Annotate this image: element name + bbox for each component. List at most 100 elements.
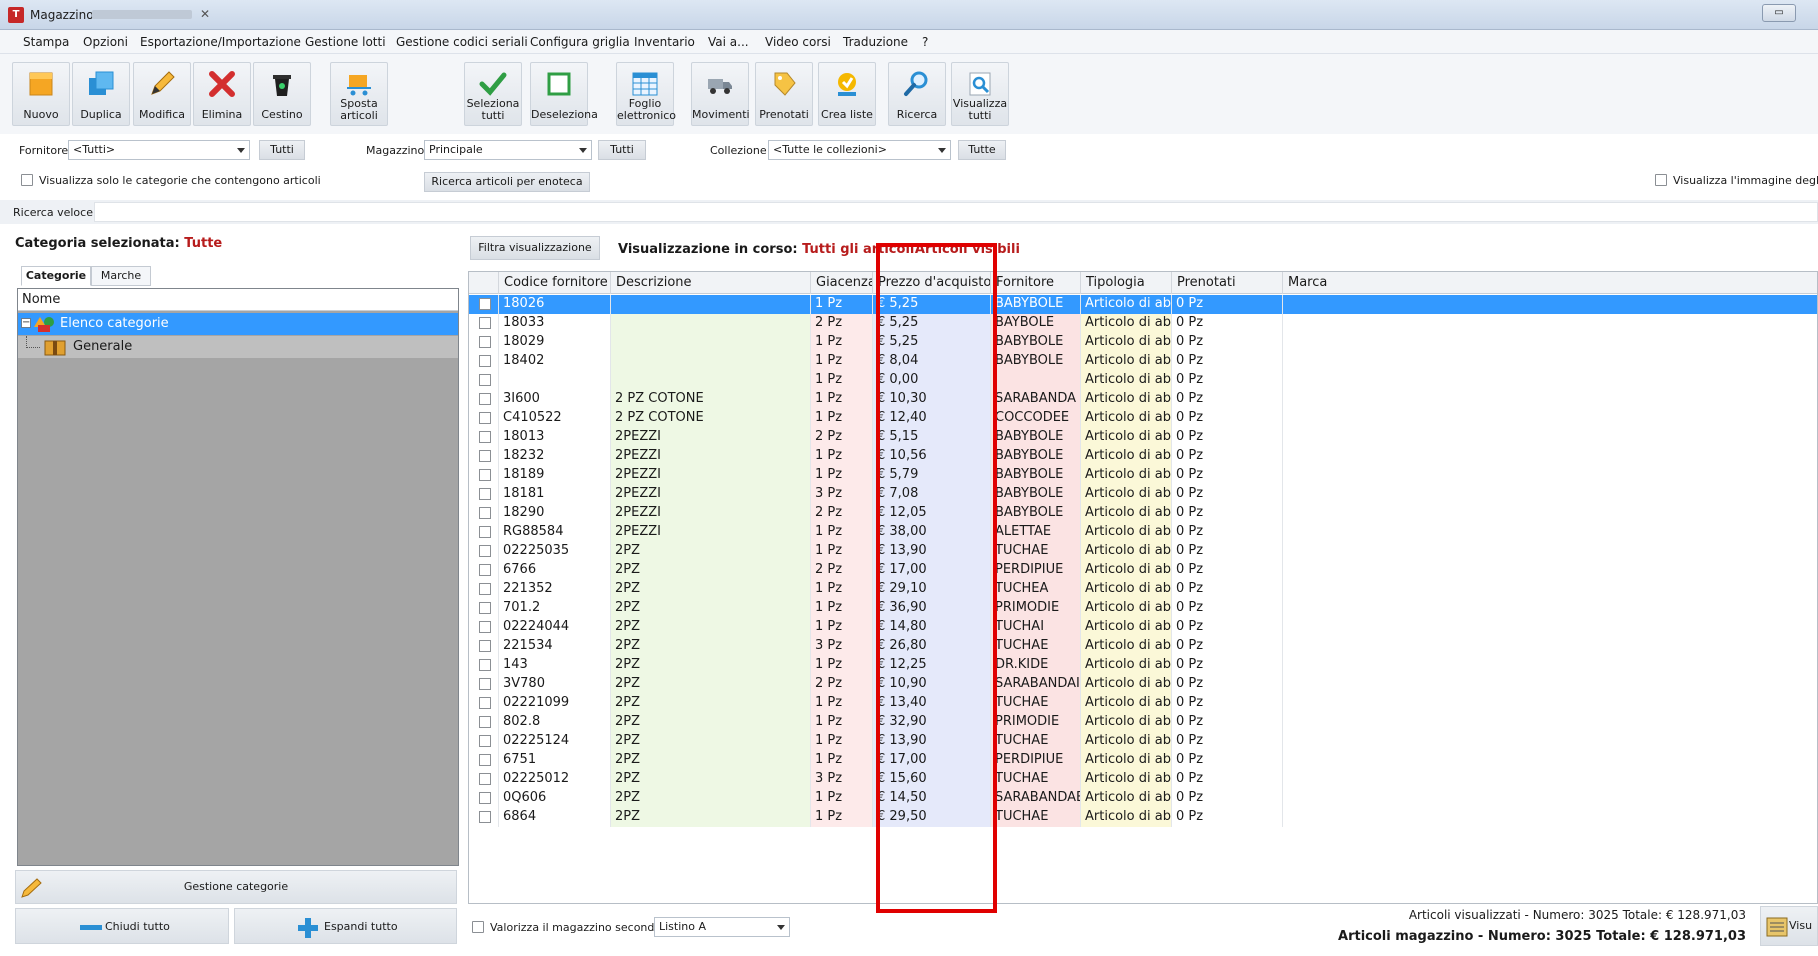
- header-codice-fornitore[interactable]: Codice fornitore: [499, 272, 611, 294]
- table-row[interactable]: 3I600 2 PZ COTONE 1 Pz € 10,30 SARABANDA Arti…: [469, 390, 1817, 409]
- table-row[interactable]: 18026 1 Pz € 5,25 BABYBOLE Articolo di abb 0 …: [469, 295, 1817, 314]
- visualizza-tutti-button[interactable]: Visualizza tutti: [951, 62, 1009, 126]
- elimina-button[interactable]: Elimina: [193, 62, 251, 126]
- table-row[interactable]: 6864 2PZ 1 Pz € 29,50 TUCHAE Articolo di abb 0…: [469, 808, 1817, 827]
- table-row[interactable]: 02225124 2PZ 1 Pz € 13,90 TUCHAE Articolo di …: [469, 732, 1817, 751]
- table-row[interactable]: 02224044 2PZ 1 Pz € 14,80 TUCHAI Articolo di …: [469, 618, 1817, 637]
- movimenti-button[interactable]: Movimenti: [691, 62, 750, 126]
- menu-configura-griglia[interactable]: Configura griglia: [530, 35, 630, 49]
- row-checkbox[interactable]: [479, 697, 491, 709]
- row-checkbox[interactable]: [479, 659, 491, 671]
- table-row[interactable]: 18189 2PEZZI 1 Pz € 5,79 BABYBOLE Articolo di…: [469, 466, 1817, 485]
- table-row[interactable]: 6751 2PZ 1 Pz € 17,00 PERDIPIUE Articolo di a…: [469, 751, 1817, 770]
- table-row[interactable]: 18033 2 Pz € 5,25 BAYBOLE Articolo di abb 0 P…: [469, 314, 1817, 333]
- valorizza-checkbox[interactable]: [472, 921, 484, 933]
- table-row[interactable]: 221534 2PZ 3 Pz € 26,80 TUCHAE Articolo di ab…: [469, 637, 1817, 656]
- only-categories-checkbox[interactable]: [21, 174, 33, 186]
- quick-search-input[interactable]: [94, 202, 1818, 222]
- show-image-checkbox[interactable]: [1655, 174, 1667, 186]
- header-descrizione[interactable]: Descrizione: [611, 272, 811, 294]
- visualizza-button[interactable]: Visu: [1760, 906, 1818, 946]
- row-checkbox[interactable]: [479, 640, 491, 652]
- row-checkbox[interactable]: [479, 564, 491, 576]
- header-prezzo-acquisto[interactable]: Prezzo d'acquisto: [873, 272, 991, 294]
- row-checkbox[interactable]: [479, 298, 491, 310]
- table-row[interactable]: 3V780 2PZ 2 Pz € 10,90 SARABANDAI Articolo di…: [469, 675, 1817, 694]
- row-checkbox[interactable]: [479, 678, 491, 690]
- row-checkbox[interactable]: [479, 469, 491, 481]
- modifica-button[interactable]: Modifica: [133, 62, 191, 126]
- magazzino-tutti-button[interactable]: Tutti: [598, 140, 646, 160]
- tab-close-icon[interactable]: ✕: [200, 7, 210, 21]
- row-checkbox[interactable]: [479, 602, 491, 614]
- row-checkbox[interactable]: [479, 621, 491, 633]
- header-tipologia[interactable]: Tipologia: [1081, 272, 1172, 294]
- table-row[interactable]: 0Q606 2PZ 1 Pz € 14,50 SARABANDAE Articolo di…: [469, 789, 1817, 808]
- collapse-toggle-icon[interactable]: −: [21, 318, 31, 328]
- tab-categorie[interactable]: Categorie: [21, 266, 91, 286]
- seleziona-tutti-button[interactable]: Seleziona tutti: [464, 62, 522, 126]
- row-checkbox[interactable]: [479, 431, 491, 443]
- gestione-categorie-button[interactable]: Gestione categorie: [15, 870, 457, 904]
- table-row[interactable]: 02221099 2PZ 1 Pz € 13,40 TUCHAE Articolo di …: [469, 694, 1817, 713]
- row-checkbox[interactable]: [479, 545, 491, 557]
- menu-video-corsi[interactable]: Video corsi: [765, 35, 831, 49]
- crea-liste-button[interactable]: Crea liste: [818, 62, 876, 126]
- table-row[interactable]: 143 2PZ 1 Pz € 12,25 DR.KIDE Articolo di abb 0…: [469, 656, 1817, 675]
- foglio-elettronico-button[interactable]: Foglio elettronico: [616, 62, 676, 126]
- row-checkbox[interactable]: [479, 735, 491, 747]
- row-checkbox[interactable]: [479, 317, 491, 329]
- collezione-select[interactable]: <Tutte le collezioni>: [768, 140, 951, 160]
- table-row[interactable]: 18013 2PEZZI 2 Pz € 5,15 BABYBOLE Articolo di…: [469, 428, 1817, 447]
- tree-item-elenco-categorie[interactable]: − Elenco categorie: [18, 313, 458, 335]
- table-row[interactable]: 221352 2PZ 1 Pz € 29,10 TUCHEA Articolo di ab…: [469, 580, 1817, 599]
- row-checkbox[interactable]: [479, 507, 491, 519]
- table-row[interactable]: RG88584 2PEZZI 1 Pz € 38,00 ALETTAE Articolo …: [469, 523, 1817, 542]
- table-row[interactable]: 802.8 2PZ 1 Pz € 32,90 PRIMODIE Articolo di a…: [469, 713, 1817, 732]
- prenotati-button[interactable]: Prenotati: [755, 62, 813, 126]
- table-row[interactable]: 02225012 2PZ 3 Pz € 15,60 TUCHAE Articolo di …: [469, 770, 1817, 789]
- row-checkbox[interactable]: [479, 355, 491, 367]
- row-checkbox[interactable]: [479, 526, 491, 538]
- fornitore-select[interactable]: <Tutti>: [68, 140, 250, 160]
- table-row[interactable]: 02225035 2PZ 1 Pz € 13,90 TUCHAE Articolo di …: [469, 542, 1817, 561]
- table-row[interactable]: 18181 2PEZZI 3 Pz € 7,08 BABYBOLE Articolo di…: [469, 485, 1817, 504]
- fornitore-tutti-button[interactable]: Tutti: [259, 140, 305, 160]
- listino-select[interactable]: Listino A: [654, 917, 790, 937]
- menu-vai-a[interactable]: Vai a...: [708, 35, 749, 49]
- row-checkbox[interactable]: [479, 716, 491, 728]
- header-prenotati[interactable]: Prenotati: [1172, 272, 1283, 294]
- tree-item-generale[interactable]: Generale: [18, 336, 458, 358]
- header-marca[interactable]: Marca: [1283, 272, 1817, 294]
- table-row[interactable]: 1 Pz € 0,00 Articolo di abb 0 Pz: [469, 371, 1817, 390]
- filtra-visualizzazione-button[interactable]: Filtra visualizzazione: [470, 236, 600, 260]
- enoteca-search-button[interactable]: Ricerca articoli per enoteca: [424, 172, 590, 192]
- row-checkbox[interactable]: [479, 773, 491, 785]
- deseleziona-button[interactable]: Deseleziona: [530, 62, 598, 126]
- table-row[interactable]: 18029 1 Pz € 5,25 BABYBOLE Articolo di abb 0 …: [469, 333, 1817, 352]
- ricerca-button[interactable]: Ricerca: [888, 62, 946, 126]
- table-row[interactable]: 18232 2PEZZI 1 Pz € 10,56 BABYBOLE Articolo d…: [469, 447, 1817, 466]
- table-row[interactable]: 701.2 2PZ 1 Pz € 36,90 PRIMODIE Articolo di a…: [469, 599, 1817, 618]
- table-row[interactable]: C410522 2 PZ COTONE 1 Pz € 12,40 COCCODEE Art…: [469, 409, 1817, 428]
- row-checkbox[interactable]: [479, 583, 491, 595]
- menu-esportazione[interactable]: Esportazione/Importazione: [140, 35, 301, 49]
- nuovo-button[interactable]: Nuovo: [12, 62, 70, 126]
- menu-help[interactable]: ?: [922, 35, 928, 49]
- cestino-button[interactable]: Cestino: [253, 62, 311, 126]
- row-checkbox[interactable]: [479, 811, 491, 823]
- menu-inventario[interactable]: Inventario: [634, 35, 695, 49]
- menu-stampa[interactable]: Stampa: [23, 35, 69, 49]
- row-checkbox[interactable]: [479, 374, 491, 386]
- collezione-tutte-button[interactable]: Tutte: [958, 140, 1006, 160]
- chiudi-tutto-button[interactable]: Chiudi tutto: [15, 908, 229, 944]
- menu-gestione-lotti[interactable]: Gestione lotti: [305, 35, 386, 49]
- table-row[interactable]: 18402 1 Pz € 8,04 BABYBOLE Articolo di abb 0 …: [469, 352, 1817, 371]
- row-checkbox[interactable]: [479, 488, 491, 500]
- sposta-articoli-button[interactable]: Sposta articoli: [330, 62, 388, 126]
- menu-opzioni[interactable]: Opzioni: [83, 35, 128, 49]
- table-row[interactable]: 18290 2PEZZI 2 Pz € 12,05 BABYBOLE Articolo d…: [469, 504, 1817, 523]
- menu-codici-seriali[interactable]: Gestione codici seriali: [396, 35, 528, 49]
- table-row[interactable]: 6766 2PZ 2 Pz € 17,00 PERDIPIUE Articolo di a…: [469, 561, 1817, 580]
- row-checkbox[interactable]: [479, 336, 491, 348]
